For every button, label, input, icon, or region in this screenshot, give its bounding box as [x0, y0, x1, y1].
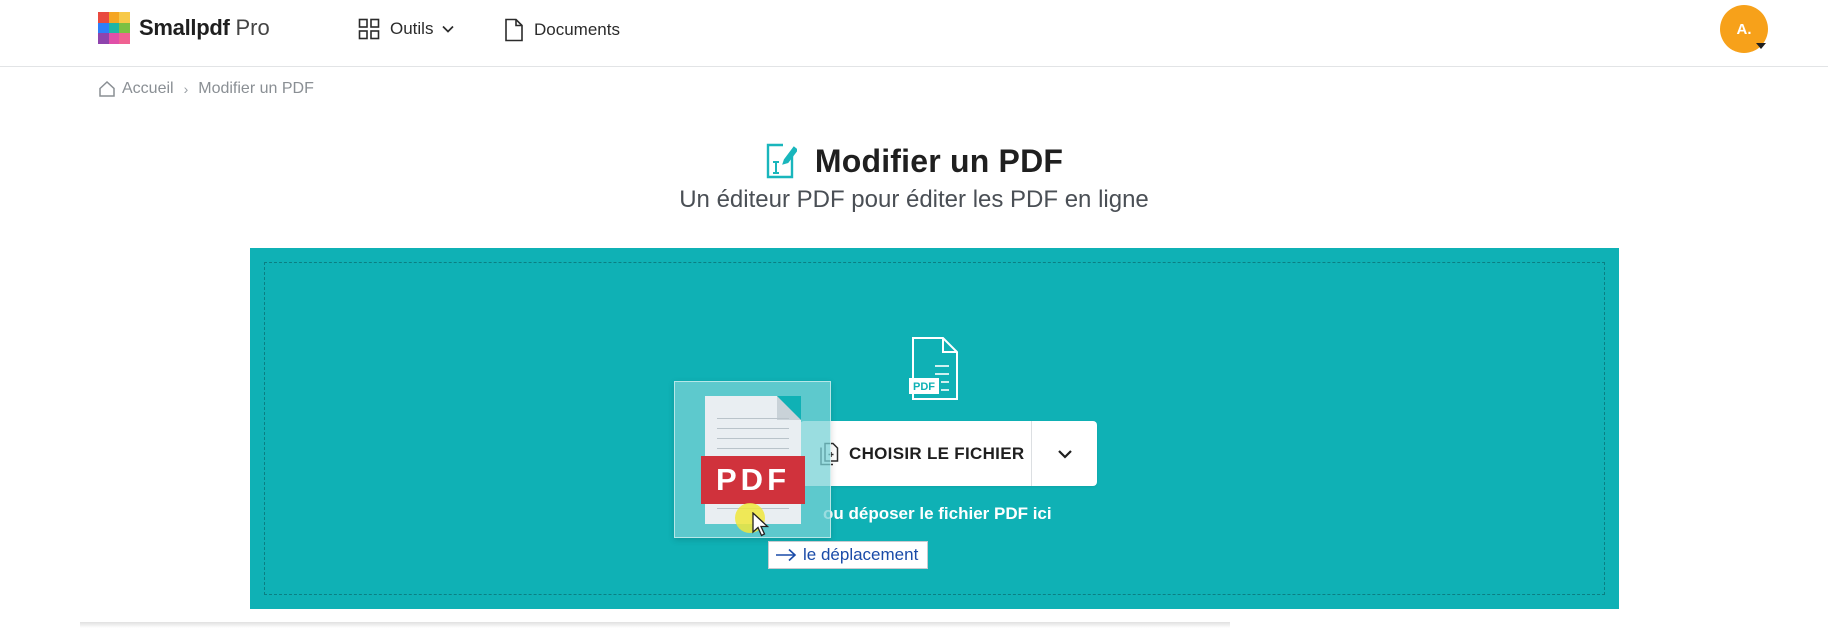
brand-tier: Pro — [235, 15, 270, 40]
drag-move-tooltip: le déplacement — [768, 541, 929, 569]
documents-link-label: Documents — [534, 20, 620, 39]
chevron-down-icon — [1057, 449, 1072, 459]
logo-mark-icon — [98, 12, 130, 44]
edit-pdf-icon — [766, 143, 797, 179]
page-subtitle: Un éditeur PDF pour éditer les PDF en li… — [679, 186, 1149, 213]
choose-file-button[interactable]: CHOISIR LE FICHIER — [800, 421, 1031, 486]
page-title: Modifier un PDF — [814, 142, 1064, 179]
choose-file-split-button: CHOISIR LE FICHIER — [800, 421, 1097, 486]
user-avatar[interactable]: A. — [1720, 5, 1768, 53]
choose-file-label: CHOISIR LE FICHIER — [849, 443, 1025, 463]
pdf-badge-text: PDF — [913, 381, 935, 393]
pdf-file-icon: PDF — [909, 336, 961, 407]
avatar-caret-icon — [1756, 43, 1766, 49]
smallpdf-logo[interactable]: Smallpdf Pro — [98, 12, 270, 44]
home-icon — [99, 80, 115, 97]
tools-menu[interactable]: Outils — [358, 18, 455, 40]
breadcrumb-home-label: Accueil — [122, 80, 174, 97]
tools-menu-label: Outils — [390, 19, 434, 38]
grid-icon — [358, 18, 380, 40]
documents-link[interactable]: Documents — [504, 18, 620, 42]
avatar-initials: A. — [1736, 20, 1752, 38]
document-icon — [505, 18, 523, 42]
choose-file-options-button[interactable] — [1032, 421, 1097, 486]
breadcrumb-current: Modifier un PDF — [198, 80, 314, 97]
arrow-right-icon — [776, 548, 797, 562]
drag-move-tooltip-label: le déplacement — [803, 545, 919, 564]
page-header: Modifier un PDF — [0, 142, 1828, 180]
chevron-down-icon — [442, 25, 455, 33]
breadcrumb: Accueil › Modifier un PDF — [98, 80, 314, 98]
breadcrumb-home[interactable]: Accueil — [98, 80, 174, 98]
drop-hint-text: ou déposer le fichier PDF ici — [823, 504, 1052, 523]
bottom-edge-shadow — [80, 622, 1230, 628]
top-navigation-bar: Smallpdf Pro Outils Documents A. — [0, 0, 1828, 67]
brand-name: Smallpdf — [139, 15, 230, 40]
mouse-cursor-icon — [752, 512, 770, 537]
breadcrumb-separator: › — [183, 81, 189, 97]
ghost-pdf-label: PDF — [701, 456, 805, 504]
